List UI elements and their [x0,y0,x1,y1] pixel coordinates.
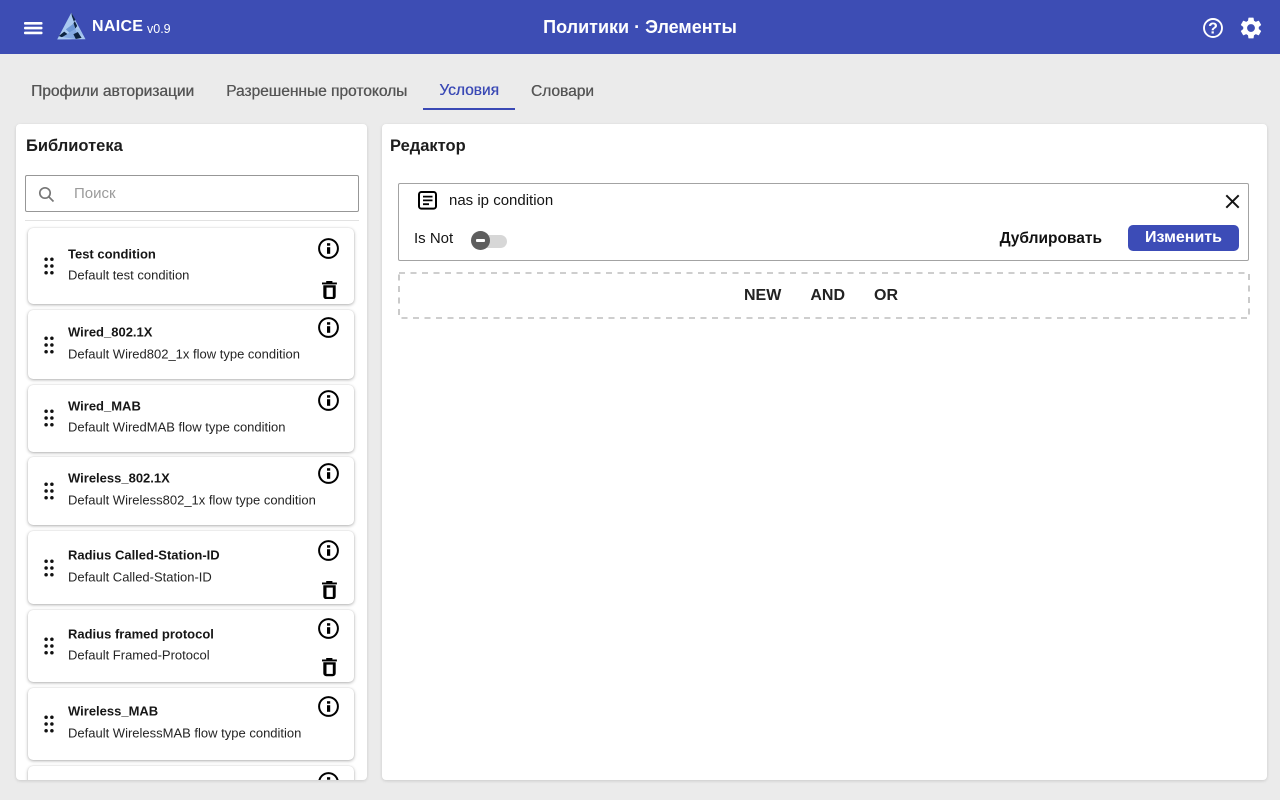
svg-text:?: ? [1208,20,1218,37]
